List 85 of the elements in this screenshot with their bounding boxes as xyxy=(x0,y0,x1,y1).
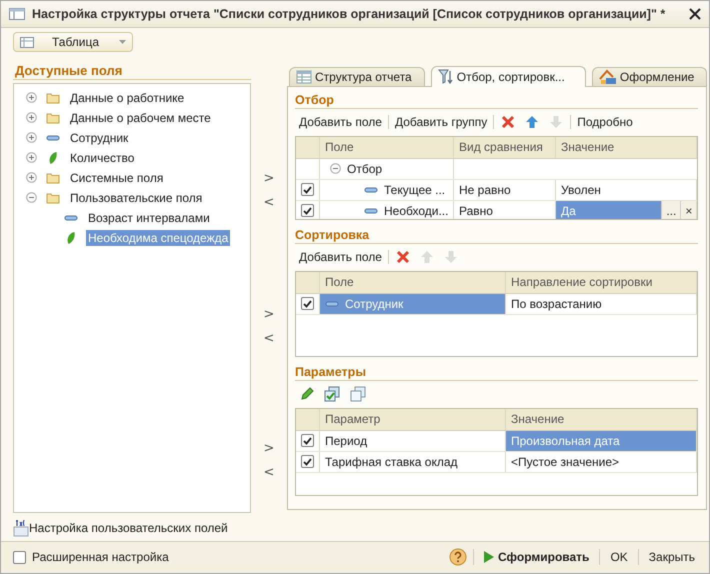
table-icon xyxy=(20,36,34,48)
view-dropdown[interactable]: Таблица xyxy=(13,32,133,52)
tree-item[interactable]: Данные о рабочем месте xyxy=(68,110,213,126)
column-header: Значение xyxy=(506,408,698,430)
panel-heading: Доступные поля xyxy=(13,62,251,80)
add-arrow-button[interactable]: > xyxy=(260,170,278,188)
tree-item[interactable]: Пользовательские поля xyxy=(68,190,204,206)
attribute-icon xyxy=(64,214,78,221)
tree-item[interactable]: Сотрудник xyxy=(68,130,130,146)
remove-arrow-button[interactable]: < xyxy=(260,464,278,482)
attribute-icon xyxy=(46,134,60,141)
collapse-icon[interactable] xyxy=(330,163,341,174)
column-header: Поле xyxy=(320,272,506,293)
section-heading: Отбор xyxy=(295,90,698,109)
window-title: Настройка структуры отчета "Списки сотрудников организаций [Список сотрудников организации]" * xyxy=(32,7,666,22)
cell-text: Произвольная дата xyxy=(511,434,620,448)
footer-button[interactable]: OK xyxy=(606,550,632,564)
tab[interactable]: Отбор, сортировк... xyxy=(430,66,586,87)
toolbar-button[interactable]: Добавить поле xyxy=(295,114,386,129)
section-heading: Параметры xyxy=(295,362,698,381)
attribute-icon xyxy=(325,300,339,307)
attribute-icon xyxy=(364,208,378,214)
caret-icon xyxy=(119,40,126,44)
formula-icon xyxy=(13,518,29,537)
add-arrow-button[interactable]: > xyxy=(260,440,278,458)
attribute-icon xyxy=(364,186,378,193)
folder-icon xyxy=(46,92,60,104)
column-header: Поле xyxy=(320,136,454,158)
tab[interactable]: Структура отчета xyxy=(289,66,425,86)
cell-text: Период xyxy=(325,434,368,448)
section-heading: Сортировка xyxy=(295,226,698,244)
checkbox[interactable] xyxy=(301,297,314,310)
group-label: Отбор xyxy=(347,162,382,176)
tree-item[interactable]: Данные о работнике xyxy=(68,90,186,106)
toolbar-button[interactable]: Добавить группу xyxy=(390,114,492,129)
expand-icon[interactable] xyxy=(24,172,38,184)
checkbox[interactable] xyxy=(301,183,314,196)
folder-icon xyxy=(46,192,60,204)
add-arrow-button[interactable]: > xyxy=(260,306,278,324)
column-header: Вид сравнения xyxy=(454,136,556,158)
table-cell[interactable]: Да ... × xyxy=(556,200,698,219)
cell-text: Да xyxy=(561,204,576,218)
expand-icon[interactable] xyxy=(24,112,38,124)
toolbar-button[interactable]: Добавить поле xyxy=(295,250,386,264)
collapse-icon[interactable] xyxy=(24,192,38,204)
checkbox[interactable] xyxy=(301,204,314,218)
folder-icon xyxy=(46,172,60,184)
custom-fields-link[interactable]: Настройка пользовательских полей xyxy=(29,520,228,535)
help-icon[interactable] xyxy=(449,548,468,566)
checkbox-label[interactable]: Расширенная настройка xyxy=(32,550,169,564)
clear-button[interactable]: × xyxy=(680,200,696,219)
tree-item[interactable]: Количество xyxy=(68,150,136,166)
checkbox[interactable] xyxy=(13,550,26,564)
folder-icon xyxy=(46,112,60,124)
table-icon xyxy=(296,70,312,84)
column-header: Значение xyxy=(556,136,698,158)
checkbox[interactable] xyxy=(301,434,314,448)
footer-button[interactable]: Закрыть xyxy=(644,550,699,564)
cell-text: <Пустое значение> xyxy=(511,454,620,469)
column-header: Параметр xyxy=(320,408,506,430)
expand-icon[interactable] xyxy=(24,92,38,104)
checkbox[interactable] xyxy=(301,455,314,468)
cell-text: Сотрудник xyxy=(345,296,404,311)
cell-text: Тарифная ставка оклад xyxy=(325,454,458,469)
cell-text: Текущее ... xyxy=(384,182,446,197)
cell-text: Не равно xyxy=(459,182,511,197)
expand-icon[interactable] xyxy=(24,152,38,164)
generate-button[interactable]: Сформировать xyxy=(480,550,594,564)
tree-item[interactable]: Системные поля xyxy=(68,170,166,186)
expand-icon[interactable] xyxy=(24,132,38,144)
play-icon xyxy=(484,551,494,564)
remove-arrow-button[interactable]: < xyxy=(260,194,278,212)
cell-text: Равно xyxy=(459,204,493,218)
funnel-icon xyxy=(438,68,454,85)
window-icon xyxy=(9,8,25,20)
browse-button[interactable]: ... xyxy=(661,200,680,219)
close-icon[interactable] xyxy=(689,8,701,20)
column-header: Направление сортировки xyxy=(506,272,698,293)
cell-text: Необходи... xyxy=(384,204,448,218)
remove-arrow-button[interactable]: < xyxy=(260,330,278,348)
tree-item[interactable]: Возраст интервалами xyxy=(86,210,212,226)
toolbar-button[interactable]: Подробно xyxy=(573,114,637,129)
tab[interactable]: Оформление xyxy=(592,66,708,86)
cell-text: По возрастанию xyxy=(511,296,602,311)
cell-text: Уволен xyxy=(561,182,601,197)
